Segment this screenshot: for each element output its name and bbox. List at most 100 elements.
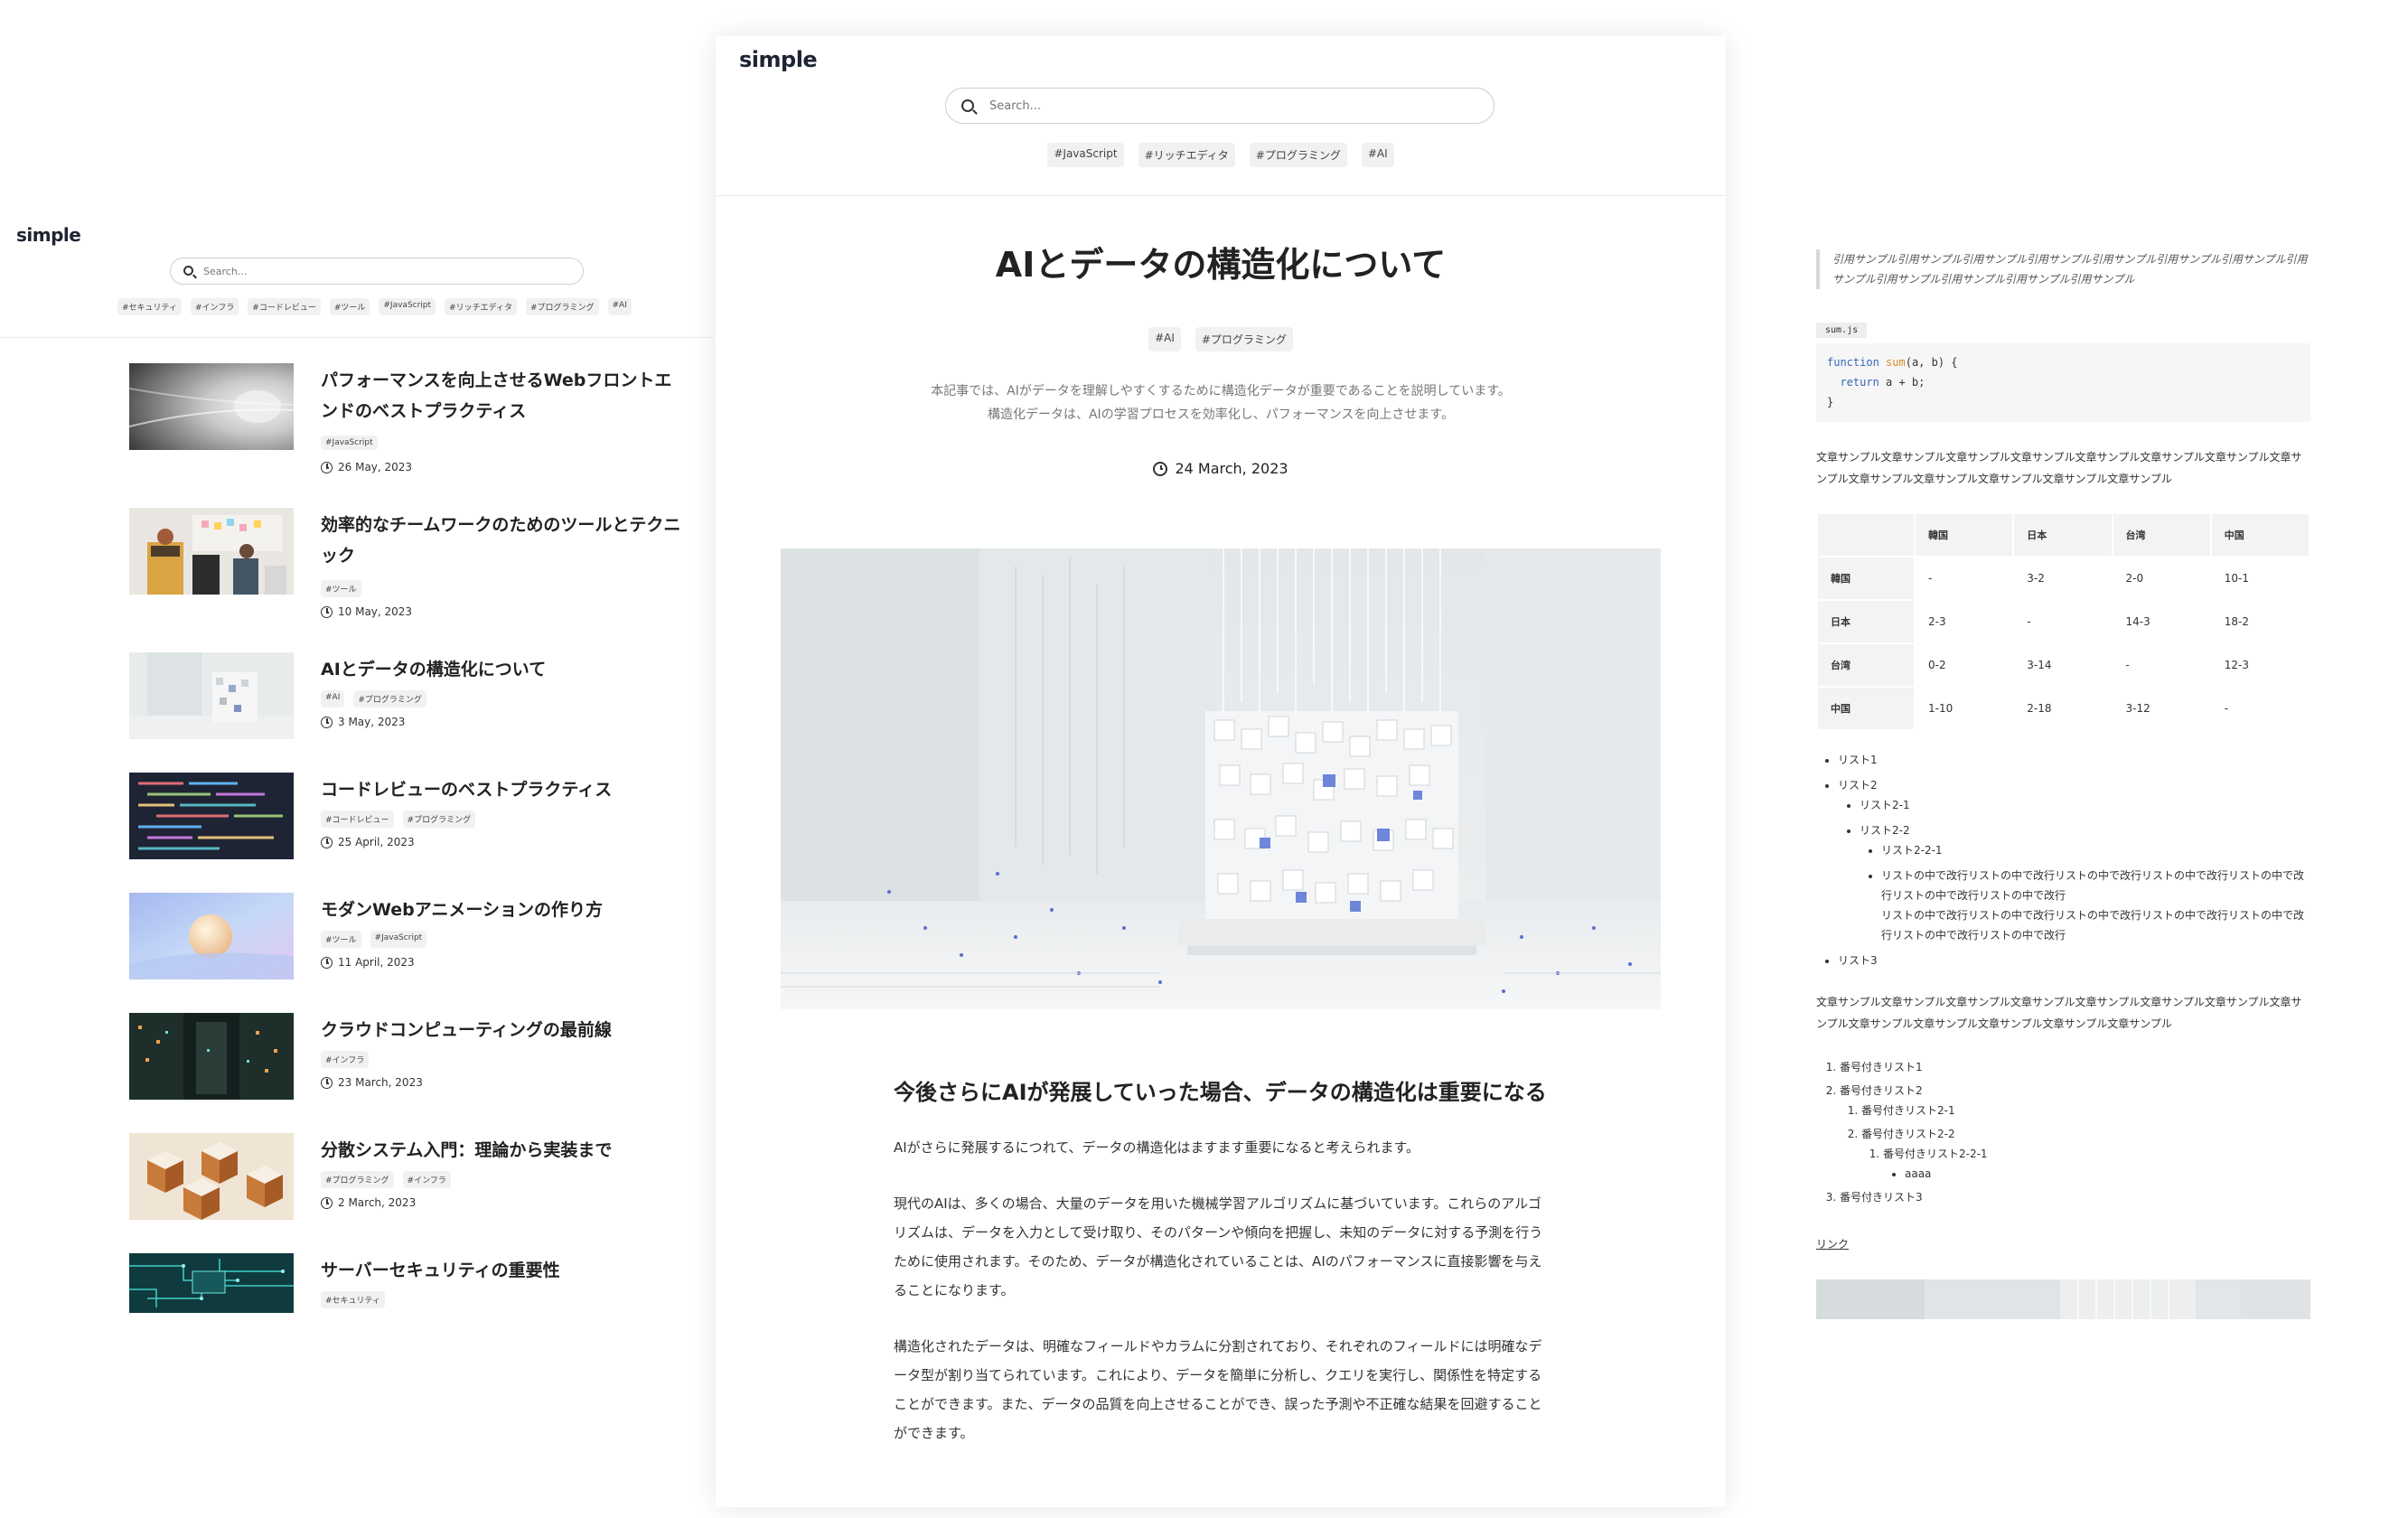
nested-list: リスト2-2-1 リストの中で改行リストの中で改行リストの中で改行リストの中で改…	[1860, 840, 2308, 945]
tag-link[interactable]: #JavaScript	[379, 298, 436, 315]
article-title[interactable]: サーバーセキュリティの重要性	[321, 1255, 682, 1286]
article-card[interactable]: コードレビューのベストプラクティス #コードレビュー #プログラミング 25 A…	[129, 773, 689, 863]
article-date: 3 May, 2023	[321, 716, 405, 728]
tag-link[interactable]: #インフラ	[191, 298, 239, 315]
tag-link[interactable]: #プログラミング	[402, 811, 476, 828]
search-bar[interactable]	[945, 88, 1494, 124]
article-title[interactable]: モダンWebアニメーションの作り方	[321, 895, 682, 925]
site-logo[interactable]: simple	[16, 224, 81, 246]
search-input[interactable]	[203, 262, 565, 280]
table-cell: 台湾	[1816, 642, 1916, 688]
tag-link[interactable]: #AI	[1148, 327, 1181, 351]
list-item: 番号付きリスト2-1	[1861, 1101, 2310, 1120]
embedded-image	[1816, 1279, 2310, 1319]
clock-icon	[321, 1196, 333, 1209]
article-thumbnail[interactable]	[129, 1013, 294, 1100]
article-card[interactable]: クラウドコンピューティングの最前線 #インフラ 23 March, 2023	[129, 1013, 689, 1103]
tag-link[interactable]: #AI	[607, 298, 632, 315]
tag-link[interactable]: #プログラミング	[1249, 143, 1347, 167]
article-thumbnail[interactable]	[129, 1133, 294, 1220]
site-logo[interactable]: simple	[739, 47, 818, 72]
table-row: 韓国 - 3-2 2-0 10-1	[1816, 556, 2311, 601]
article-thumbnail[interactable]	[129, 1253, 294, 1313]
header-divider	[716, 195, 1726, 196]
tag-link[interactable]: #プログラミング	[353, 690, 426, 707]
tag-link[interactable]: #セキュリティ	[321, 1291, 386, 1308]
tag-link[interactable]: #インフラ	[321, 1051, 370, 1068]
tag-link[interactable]: #AI	[1361, 143, 1394, 167]
list-item: リスト2-1	[1860, 795, 2308, 815]
ordered-list: 番号付きリスト1 番号付きリスト2 番号付きリスト2-1 番号付きリスト2-2 …	[1840, 1057, 2310, 1211]
tag-link[interactable]: #リッチエディタ	[1138, 143, 1235, 167]
tag-link[interactable]: #プログラミング	[321, 1171, 394, 1188]
article-tags: #ツール	[321, 580, 361, 597]
tag-link[interactable]: #リッチエディタ	[445, 298, 517, 315]
list-item-text: リスト2-2	[1860, 824, 1910, 837]
article-thumbnail[interactable]	[129, 652, 294, 739]
article-title[interactable]: コードレビューのベストプラクティス	[321, 774, 682, 805]
text-link[interactable]: リンク	[1816, 1236, 1849, 1251]
article-thumbnail[interactable]	[129, 508, 294, 595]
table-cell: 中国	[1816, 686, 1916, 731]
clock-icon	[321, 461, 333, 473]
article-title[interactable]: クラウドコンピューティングの最前線	[321, 1015, 682, 1045]
article-card[interactable]: AIとデータの構造化について #AI #プログラミング 3 May, 2023	[129, 652, 689, 743]
search-input[interactable]	[989, 97, 1477, 115]
list-item-text: 番号付きリスト2	[1840, 1084, 1923, 1097]
table-header: 中国	[2209, 512, 2311, 558]
list-item-text: 番号付きリスト2-2	[1861, 1128, 1955, 1140]
tag-link[interactable]: #コードレビュー	[321, 811, 394, 828]
tag-link[interactable]: #プログラミング	[525, 298, 599, 315]
nested-list: aaaa	[1883, 1164, 2310, 1184]
article-thumbnail[interactable]	[129, 893, 294, 979]
body-paragraph: 文章サンプル文章サンプル文章サンプル文章サンプル文章サンプル文章サンプル文章サン…	[1816, 996, 2302, 1030]
article-title[interactable]: 分散システム入門：理論から実装まで	[321, 1135, 682, 1166]
article-date: 24 March, 2023	[716, 460, 1726, 477]
article-title[interactable]: 効率的なチームワークのためのツールとテクニック	[321, 510, 682, 571]
table-cell: -	[1913, 556, 2015, 601]
table-row: 中国 1-10 2-18 3-12 -	[1816, 686, 2311, 731]
date-text: 23 March, 2023	[338, 1076, 423, 1089]
article-title[interactable]: AIとデータの構造化について	[321, 654, 682, 685]
article-tags: #セキュリティ	[321, 1291, 386, 1308]
article-card[interactable]: パフォーマンスを向上させるWebフロントエンドのベストプラクティス #JavaS…	[129, 363, 689, 473]
article-thumbnail[interactable]	[129, 363, 294, 450]
body-paragraph: 現代のAIは、多くの場合、大量のデータを用いた機械学習アルゴリズムに基づいていま…	[894, 1195, 1543, 1298]
article-card[interactable]: 分散システム入門：理論から実装まで #プログラミング #インフラ 2 March…	[129, 1133, 689, 1223]
table-cell: 韓国	[1816, 556, 1916, 601]
table-header: 日本	[2012, 512, 2113, 558]
tag-link[interactable]: #インフラ	[402, 1171, 451, 1188]
article-card[interactable]: モダンWebアニメーションの作り方 #ツール #JavaScript 11 Ap…	[129, 893, 689, 983]
article-tags: #ツール #JavaScript	[321, 931, 427, 948]
article-tags: #プログラミング #インフラ	[321, 1171, 451, 1188]
article-tags: #JavaScript	[321, 436, 378, 450]
article-date: 2 March, 2023	[321, 1196, 416, 1209]
tag-link[interactable]: #ツール	[329, 298, 370, 315]
section-heading: 今後さらにAIが発展していった場合、データの構造化は重要になる	[894, 1080, 1547, 1105]
tag-link[interactable]: #JavaScript	[321, 436, 378, 450]
article-title[interactable]: パフォーマンスを向上させるWebフロントエンドのベストプラクティス	[321, 365, 682, 426]
list-item-text: 番号付きリスト2-2-1	[1883, 1148, 1988, 1160]
article-card[interactable]: サーバーセキュリティの重要性 #セキュリティ	[129, 1253, 689, 1317]
search-icon	[961, 99, 974, 112]
list-item: リスト2 リスト2-1 リスト2-2 リスト2-2-1 リストの中で改行リストの…	[1838, 775, 2308, 945]
table-header: 韓国	[1913, 512, 2015, 558]
tag-link[interactable]: #セキュリティ	[117, 298, 183, 315]
rich-content-view: 引用サンプル引用サンプル引用サンプル引用サンプル引用サンプル引用サンプル引用サン…	[1816, 0, 2318, 1518]
tag-link[interactable]: #JavaScript	[370, 931, 427, 948]
tag-link[interactable]: #コードレビュー	[248, 298, 321, 315]
table-cell: 3-14	[2012, 642, 2113, 688]
tag-link[interactable]: #プログラミング	[1195, 327, 1293, 351]
tag-link[interactable]: #AI	[321, 690, 345, 707]
bullet-list: リスト1 リスト2 リスト2-1 リスト2-2 リスト2-2-1 リストの中で改…	[1838, 750, 2308, 976]
tag-link[interactable]: #ツール	[321, 580, 361, 597]
data-table: 韓国 日本 台湾 中国 韓国 - 3-2 2-0 10-1 日本 2-3 - 1…	[1816, 512, 2311, 731]
search-bar[interactable]	[170, 258, 584, 285]
article-card[interactable]: 効率的なチームワークのためのツールとテクニック #ツール 10 May, 202…	[129, 508, 689, 618]
tag-link[interactable]: #ツール	[321, 931, 361, 948]
clock-icon	[1153, 461, 1168, 476]
article-thumbnail[interactable]	[129, 773, 294, 859]
list-item: 番号付きリスト2-2 番号付きリスト2-2-1 aaaa	[1861, 1124, 2310, 1184]
table-header-row: 韓国 日本 台湾 中国	[1816, 512, 2311, 558]
tag-link[interactable]: #JavaScript	[1047, 143, 1124, 167]
